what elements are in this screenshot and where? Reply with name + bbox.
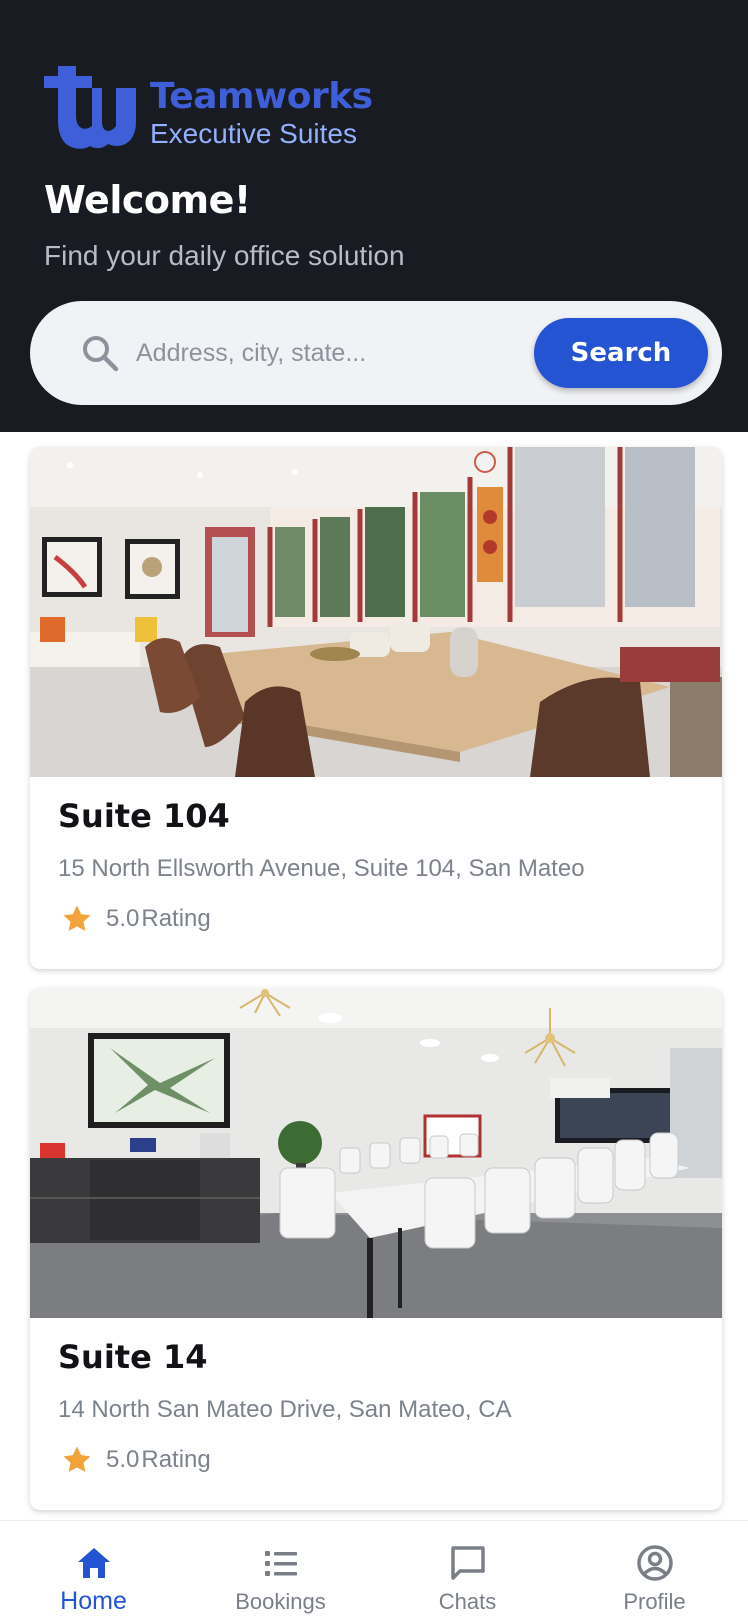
listing-rating: 5.0 Rating <box>60 902 211 936</box>
teamworks-logo: Teamworks Executive Suites <box>44 66 373 150</box>
home-icon <box>77 1548 110 1578</box>
teamworks-logo-icon <box>44 66 136 149</box>
tagline: Find your daily office solution <box>44 240 405 271</box>
suite-14-photo <box>30 988 722 1318</box>
tab-home[interactable]: Home <box>0 1521 187 1620</box>
bottom-tab-bar: Home Bookings Chats Profile <box>0 1520 748 1620</box>
tab-bookings[interactable]: Bookings <box>187 1521 374 1620</box>
rating-value: 5.0 <box>106 1446 140 1473</box>
search-bar: Search <box>30 301 722 405</box>
profile-icon <box>636 1545 673 1581</box>
tab-chats[interactable]: Chats <box>374 1521 561 1620</box>
listing-address: 15 North Ellsworth Avenue, Suite 104, Sa… <box>58 855 585 882</box>
listing-card[interactable]: Suite 104 15 North Ellsworth Avenue, Sui… <box>30 447 722 969</box>
listing-card[interactable]: Suite 14 14 North San Mateo Drive, San M… <box>30 988 722 1510</box>
tab-label: Home <box>60 1587 127 1615</box>
listing-rating: 5.0 Rating <box>60 1443 211 1477</box>
list-icon <box>264 1551 297 1576</box>
tab-profile[interactable]: Profile <box>561 1521 748 1620</box>
search-icon <box>83 336 119 372</box>
listing-list[interactable]: Suite 104 15 North Ellsworth Avenue, Sui… <box>0 432 748 1520</box>
search-button[interactable]: Search <box>534 318 708 388</box>
star-icon <box>63 905 91 932</box>
rating-value: 5.0 <box>106 905 140 932</box>
logo-name: Teamworks <box>150 76 373 117</box>
search-input[interactable] <box>136 331 536 375</box>
listing-title: Suite 104 <box>58 797 230 835</box>
rating-label: Rating <box>141 905 211 932</box>
tab-label: Bookings <box>235 1589 326 1614</box>
rating-label: Rating <box>141 1446 211 1473</box>
tab-label: Chats <box>438 1589 497 1614</box>
star-icon <box>63 1446 91 1473</box>
listing-address: 14 North San Mateo Drive, San Mateo, CA <box>58 1396 512 1423</box>
listing-title: Suite 14 <box>58 1338 208 1376</box>
suite-104-photo <box>30 447 722 777</box>
app-header: Teamworks Executive Suites Welcome! Find… <box>0 0 748 432</box>
chat-icon <box>450 1546 485 1580</box>
welcome-heading: Welcome! <box>44 178 251 222</box>
tab-label: Profile <box>623 1589 686 1614</box>
logo-subtitle: Executive Suites <box>150 118 357 149</box>
